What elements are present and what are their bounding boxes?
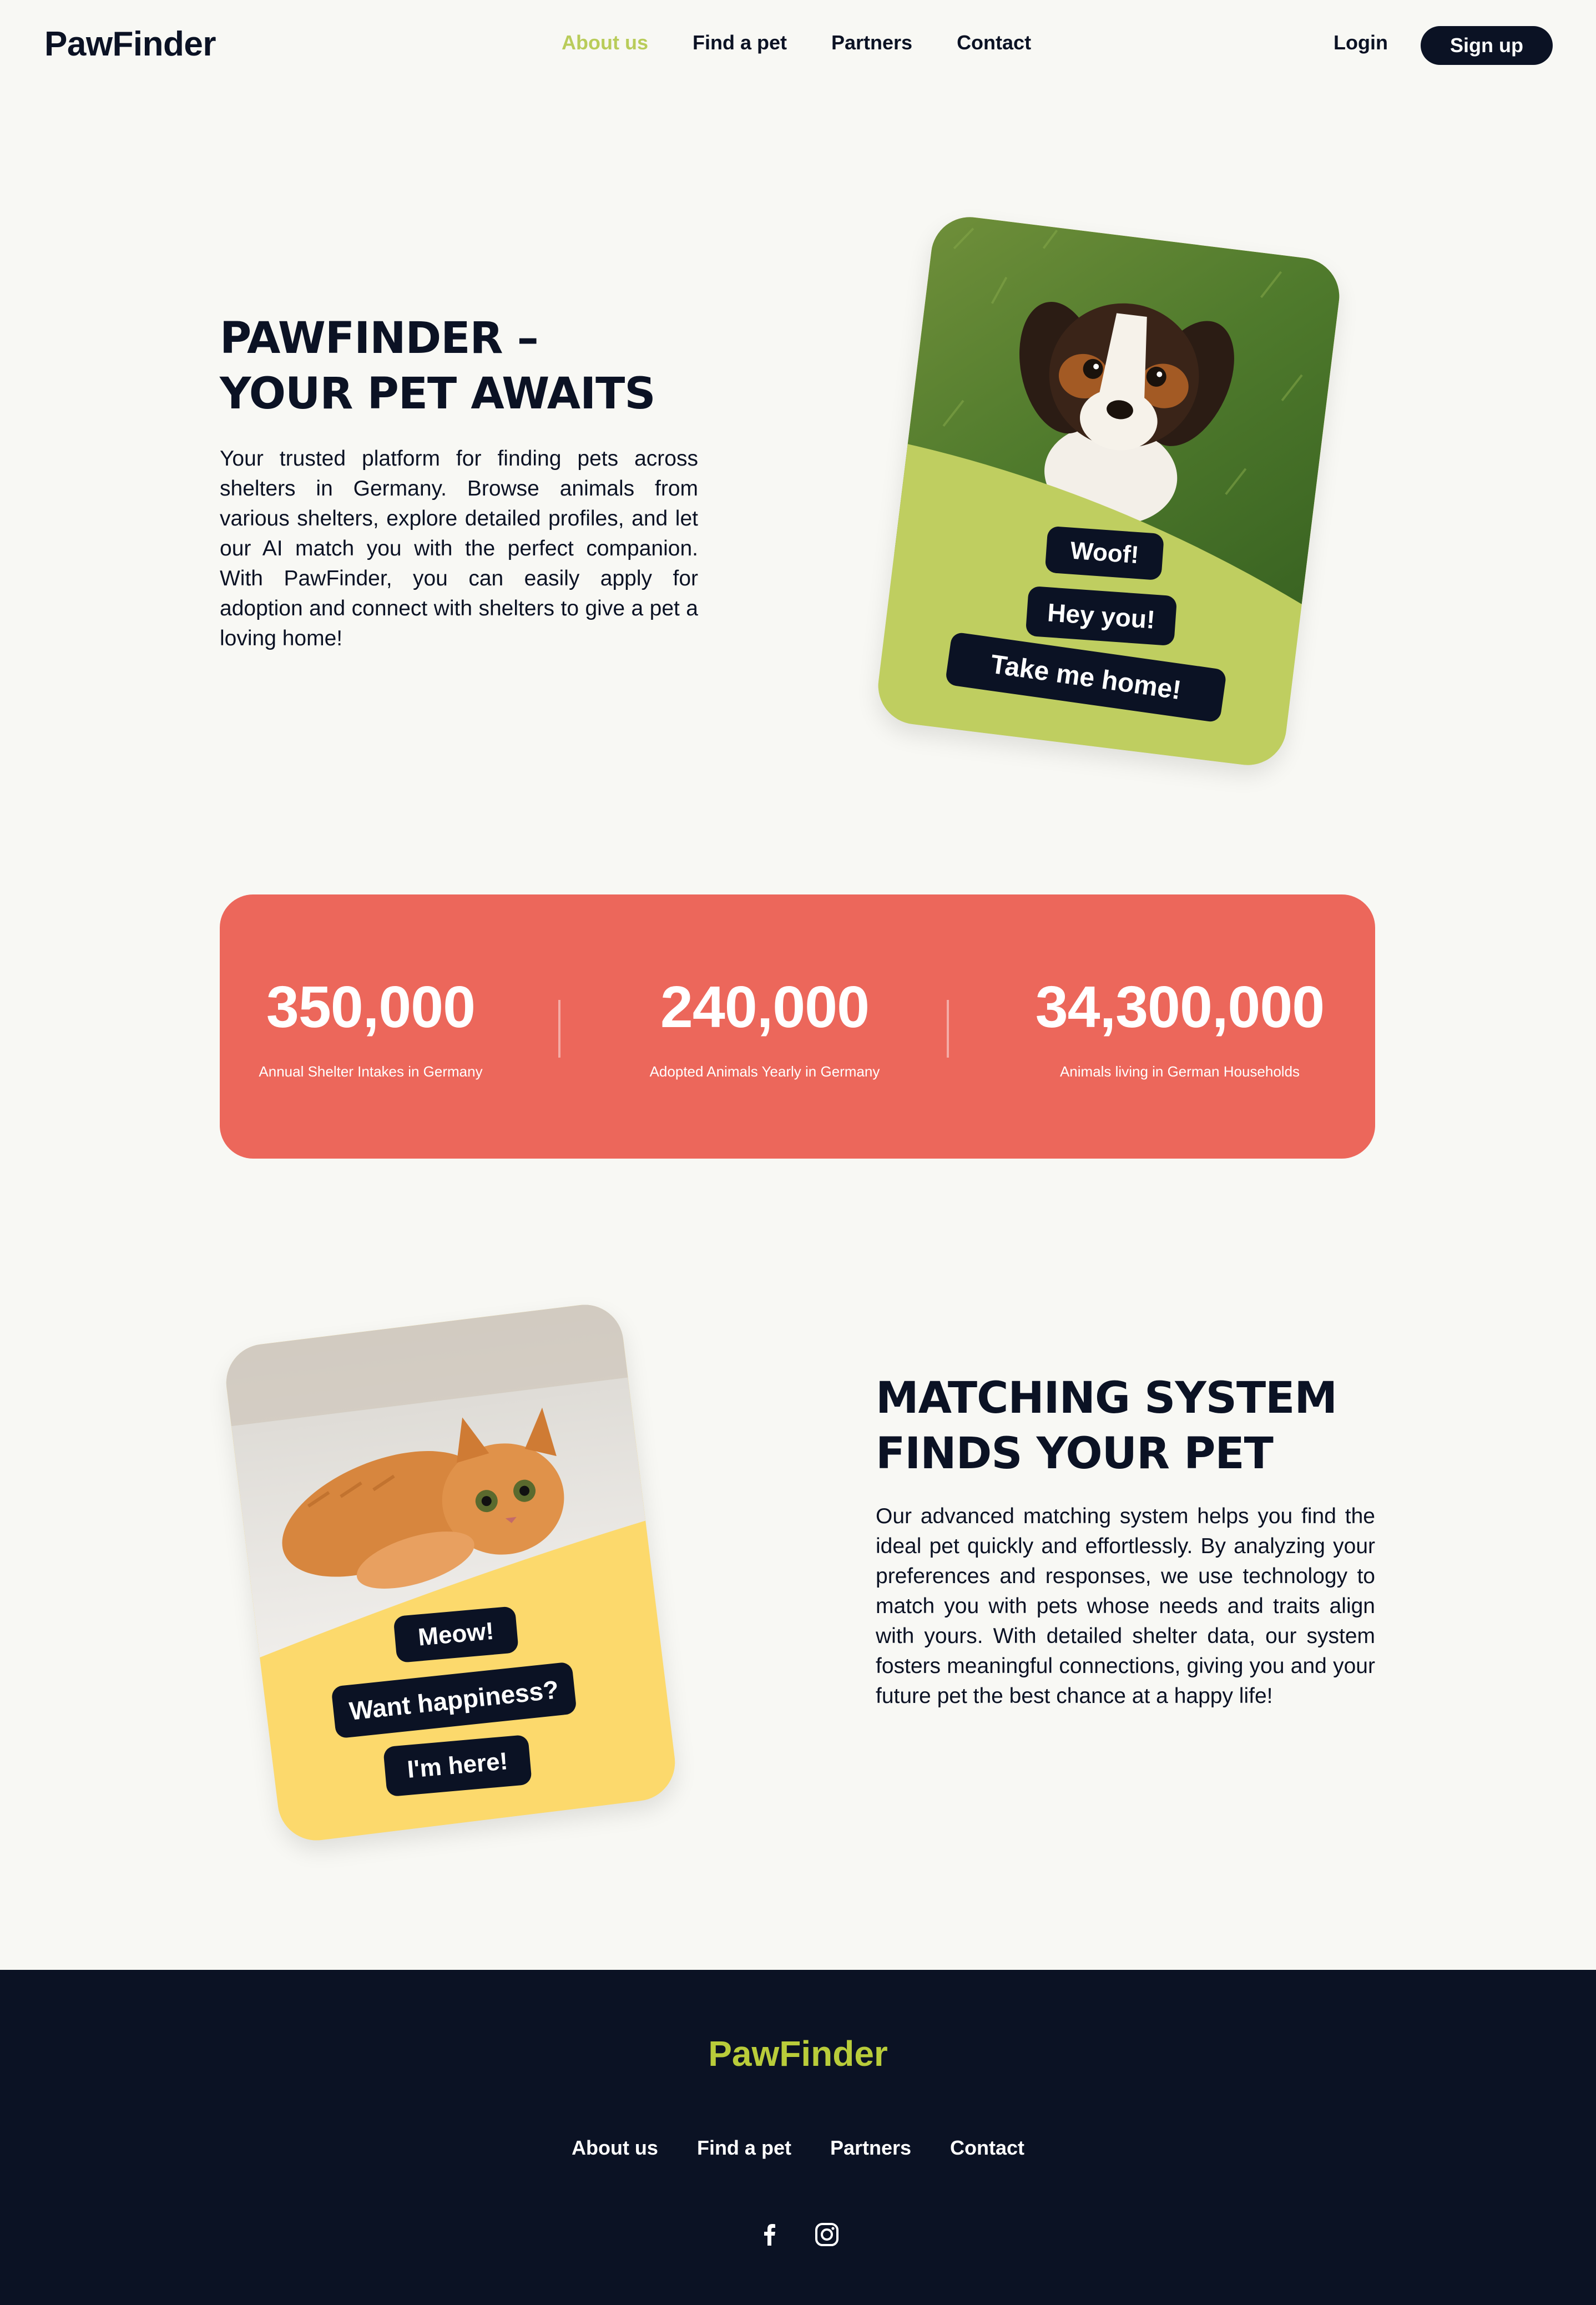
footer: PawFinder About us Find a pet Partners C… — [0, 1970, 1596, 2305]
dog-card: Woof! Hey you! Take me home! — [873, 213, 1344, 770]
logo[interactable]: PawFinder — [44, 24, 216, 64]
footer-link-partners[interactable]: Partners — [830, 2136, 911, 2160]
nav-link-partners[interactable]: Partners — [831, 31, 912, 54]
cat-card: Meow! Want happiness? I'm here! — [221, 1300, 680, 1845]
signup-button[interactable]: Sign up — [1421, 26, 1553, 65]
stat-household-animals: 34,300,000 Animals living in German Hous… — [1019, 978, 1341, 1080]
social-links — [0, 2221, 1596, 2248]
footer-logo[interactable]: PawFinder — [0, 2033, 1596, 2074]
nav-link-about-us[interactable]: About us — [562, 31, 648, 54]
footer-nav-links: About us Find a pet Partners Contact — [0, 2136, 1596, 2160]
stat-divider — [558, 1000, 560, 1058]
hero-title: PAWFINDER – YOUR PET AWAITS — [220, 311, 752, 422]
top-nav: PawFinder About us Find a pet Partners C… — [0, 0, 1596, 89]
stat-value: 350,000 — [266, 974, 476, 1040]
stat-label: Animals living in German Households — [1059, 1063, 1300, 1080]
matching-description: Our advanced matching system helps you f… — [876, 1504, 1375, 1708]
stat-shelter-intakes: 350,000 Annual Shelter Intakes in German… — [254, 978, 487, 1080]
footer-link-about-us[interactable]: About us — [572, 2136, 658, 2160]
hero-title-line-1: PAWFINDER – — [220, 314, 539, 363]
hero-description: Your trusted platform for finding pets a… — [220, 447, 698, 650]
matching-title-line-2: FINDS YOUR PET — [876, 1429, 1274, 1479]
stat-label: Annual Shelter Intakes in Germany — [259, 1063, 483, 1080]
main-nav-links: About us Find a pet Partners Contact — [562, 31, 1075, 54]
matching-title-line-1: MATCHING SYSTEM — [876, 1373, 1337, 1423]
login-link[interactable]: Login — [1334, 31, 1388, 54]
nav-link-contact[interactable]: Contact — [957, 31, 1031, 54]
stats-banner: 350,000 Annual Shelter Intakes in German… — [220, 894, 1375, 1159]
facebook-icon[interactable] — [755, 2221, 783, 2248]
bubble-woof: Woof! — [1044, 525, 1164, 581]
stat-divider — [947, 1000, 949, 1058]
matching-title: MATCHING SYSTEM FINDS YOUR PET — [876, 1371, 1408, 1482]
stat-adopted-animals: 240,000 Adopted Animals Yearly in German… — [632, 978, 898, 1080]
stat-label: Adopted Animals Yearly in Germany — [649, 1063, 880, 1080]
nav-link-find-a-pet[interactable]: Find a pet — [693, 31, 787, 54]
stat-value: 240,000 — [660, 974, 870, 1040]
bubble-hey-you: Hey you! — [1025, 585, 1178, 646]
instagram-icon[interactable] — [813, 2221, 841, 2248]
stat-value: 34,300,000 — [1035, 974, 1325, 1040]
hero-title-line-2: YOUR PET AWAITS — [220, 369, 656, 419]
footer-link-find-a-pet[interactable]: Find a pet — [697, 2136, 791, 2160]
footer-link-contact[interactable]: Contact — [950, 2136, 1024, 2160]
